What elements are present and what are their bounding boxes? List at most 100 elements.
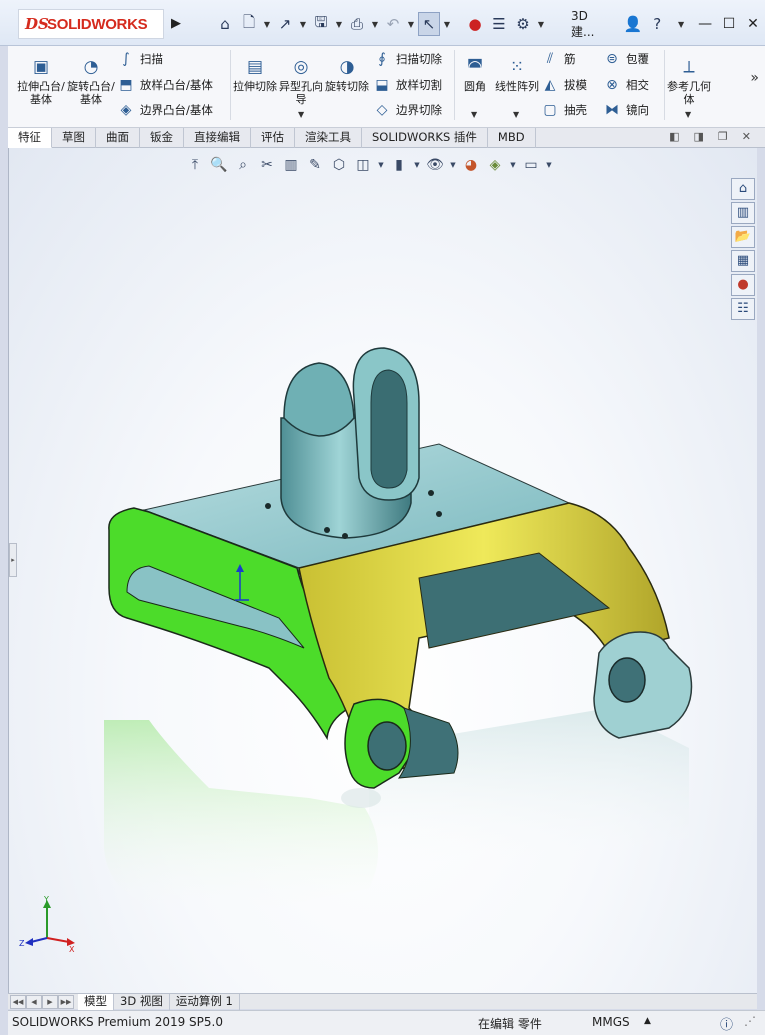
close-button[interactable]: ✕ — [741, 14, 765, 34]
tab-features[interactable]: 特征 — [8, 128, 52, 148]
restore-viewport-icon[interactable]: ❐ — [718, 130, 728, 143]
hole-wizard-button[interactable]: ◎ 异型孔向导 — [276, 56, 326, 106]
tab-direct-editing[interactable]: 直接编辑 — [184, 128, 251, 148]
title-bar: DS SOLIDWORKS ▶ ⌂ 🗋 ▼ ↗ ▼ 🖫 ▼ ⎙ ▼ ↶ ▼ ↖ … — [0, 0, 765, 46]
intersect-button[interactable]: ⊗ 相交 — [602, 74, 649, 96]
tab-sheet-metal[interactable]: 钣金 — [140, 128, 184, 148]
boundary-boss-button[interactable]: ◈ 边界凸台/基体 — [116, 99, 213, 121]
shell-icon: ▢ — [543, 102, 557, 118]
close-viewport-icon[interactable]: ✕ — [742, 130, 751, 143]
tab-mbd[interactable]: MBD — [488, 128, 536, 148]
save-dropdown-icon[interactable]: ▼ — [334, 12, 344, 36]
resize-grip-icon[interactable]: ⋰ — [744, 1014, 756, 1028]
select-dropdown-icon[interactable]: ▼ — [442, 12, 452, 36]
units-selector[interactable]: MMGS — [592, 1015, 630, 1029]
tab-render-tools[interactable]: 渲染工具 — [295, 128, 362, 148]
linear-pattern-icon: ⁙ — [509, 57, 525, 77]
tile-left-icon[interactable]: ◧ — [669, 130, 679, 143]
graphics-area[interactable]: ⤒ 🔍 ⌕ ✂ ▥ ✎ ⬡ ◫ ▼ ▮ ▼ 👁 ▼ ◕ ◈ ▼ ▭ ▼ ⌂ ▥ … — [8, 148, 757, 993]
boundary-cut-button[interactable]: ◇ 边界切除 — [372, 99, 442, 121]
open-icon[interactable]: ↗ — [274, 12, 296, 36]
draft-button[interactable]: ◭ 拔模 — [540, 74, 587, 96]
options-icon[interactable]: ⚙ — [512, 12, 534, 36]
help-icon[interactable]: ? — [645, 12, 669, 36]
svg-text:X: X — [69, 945, 75, 954]
shell-button[interactable]: ▢ 抽壳 — [540, 99, 587, 121]
minimize-button[interactable]: — — [693, 14, 717, 34]
first-tab-icon[interactable]: ◀◀ — [10, 994, 26, 1009]
user-icon[interactable]: 👤 — [621, 12, 645, 36]
new-document-icon[interactable]: 🗋 — [238, 12, 260, 36]
save-icon[interactable]: 🖫 — [310, 12, 332, 36]
lofted-boss-icon: ⬒ — [119, 77, 133, 93]
tab-model[interactable]: 模型 — [78, 993, 114, 1010]
brand-name: SOLIDWORKS — [47, 15, 148, 33]
undo-dropdown-icon[interactable]: ▼ — [406, 12, 416, 36]
tab-evaluate[interactable]: 评估 — [251, 128, 295, 148]
tab-surfaces[interactable]: 曲面 — [96, 128, 140, 148]
help-dropdown-icon[interactable]: ▼ — [669, 12, 693, 36]
tab-solidworks-addins[interactable]: SOLIDWORKS 插件 — [362, 128, 488, 148]
revolved-cut-button[interactable]: ◑ 旋转切除 — [322, 56, 372, 93]
rebuild-icon[interactable]: ● — [464, 12, 486, 36]
revolved-boss-button[interactable]: ◔ 旋转凸台/基体 — [66, 56, 116, 106]
print-icon[interactable]: ⎙ — [346, 12, 368, 36]
lofted-cut-button[interactable]: ⬓ 放样切割 — [372, 74, 442, 96]
bottom-tab-bar: ◀◀ ◀ ▶ ▶▶ 模型 3D 视图 运动算例 1 — [8, 993, 757, 1010]
tile-right-icon[interactable]: ◨ — [694, 130, 704, 143]
hole-wizard-icon: ◎ — [293, 57, 309, 77]
product-version: SOLIDWORKS Premium 2019 SP5.0 — [12, 1015, 223, 1029]
mirror-button[interactable]: ⧓ 镜向 — [602, 99, 649, 121]
extruded-boss-button[interactable]: ▣ 拉伸凸台/基体 — [16, 56, 66, 106]
mount-hole — [342, 533, 348, 539]
fillet-dropdown-icon[interactable]: ▼ — [471, 110, 477, 119]
maximize-button[interactable]: ☐ — [717, 14, 741, 34]
editing-status: 在编辑 零件 — [478, 1017, 542, 1031]
quick-tips-icon[interactable]: ⓘ — [720, 1014, 733, 1033]
tab-3d-views[interactable]: 3D 视图 — [114, 993, 170, 1010]
intersect-icon: ⊗ — [606, 77, 618, 93]
prev-tab-icon[interactable]: ◀ — [26, 994, 42, 1009]
wrap-button[interactable]: ⊜ 包覆 — [602, 48, 649, 70]
linear-pattern-button[interactable]: ⁙ 线性阵列 — [492, 56, 542, 93]
swept-cut-button[interactable]: ∮ 扫描切除 — [372, 48, 442, 70]
wrap-icon: ⊜ — [606, 51, 618, 67]
menu-expand-arrow-icon[interactable]: ▶ — [168, 13, 184, 35]
extruded-boss-icon: ▣ — [32, 57, 50, 77]
hole-wizard-dropdown-icon[interactable]: ▼ — [298, 110, 304, 119]
viewport-window-controls: ◧ ◨ ❐ ✕ — [669, 130, 751, 143]
more-commands-icon[interactable]: » — [750, 70, 759, 86]
undo-icon[interactable]: ↶ — [382, 12, 404, 36]
select-arrow-icon[interactable]: ↖ — [418, 12, 440, 36]
right-lug-hole — [608, 657, 646, 703]
rib-button[interactable]: ⫽ 筋 — [540, 48, 576, 70]
revolved-boss-icon: ◔ — [83, 57, 99, 77]
linear-pattern-dropdown-icon[interactable]: ▼ — [513, 110, 519, 119]
next-tab-icon[interactable]: ▶ — [42, 994, 58, 1009]
solidworks-logo[interactable]: DS SOLIDWORKS — [18, 9, 164, 39]
reference-geometry-icon: ⟂ — [683, 57, 695, 77]
options-dropdown-icon[interactable]: ▼ — [536, 12, 546, 36]
file-properties-icon[interactable]: ☰ — [488, 12, 510, 36]
last-tab-icon[interactable]: ▶▶ — [58, 994, 74, 1009]
mirror-icon: ⧓ — [605, 102, 619, 118]
tab-sketch[interactable]: 草图 — [52, 128, 96, 148]
extruded-cut-button[interactable]: ▤ 拉伸切除 — [230, 56, 280, 93]
units-dropdown-icon[interactable]: ▲ — [644, 1016, 651, 1026]
document-title: 3D建... — [571, 8, 595, 39]
tab-motion-study[interactable]: 运动算例 1 — [170, 993, 240, 1010]
swept-boss-button[interactable]: ∫ 扫描 — [116, 48, 163, 70]
home-icon[interactable]: ⌂ — [214, 12, 236, 36]
open-dropdown-icon[interactable]: ▼ — [298, 12, 308, 36]
title-right-area: 3D建... 👤 ? ▼ — ☐ ✕ — [571, 9, 765, 39]
print-dropdown-icon[interactable]: ▼ — [370, 12, 380, 36]
mount-hole — [436, 511, 442, 517]
reference-geometry-button[interactable]: ⟂ 参考几何体 — [664, 56, 714, 106]
boss-slot-cut — [370, 369, 408, 489]
lofted-boss-button[interactable]: ⬒ 放样凸台/基体 — [116, 74, 213, 96]
new-dropdown-icon[interactable]: ▼ — [262, 12, 272, 36]
mount-hole — [428, 490, 434, 496]
reference-geometry-dropdown-icon[interactable]: ▼ — [685, 110, 691, 119]
svg-text:Z: Z — [19, 939, 25, 948]
part-model-3d[interactable] — [9, 148, 758, 993]
